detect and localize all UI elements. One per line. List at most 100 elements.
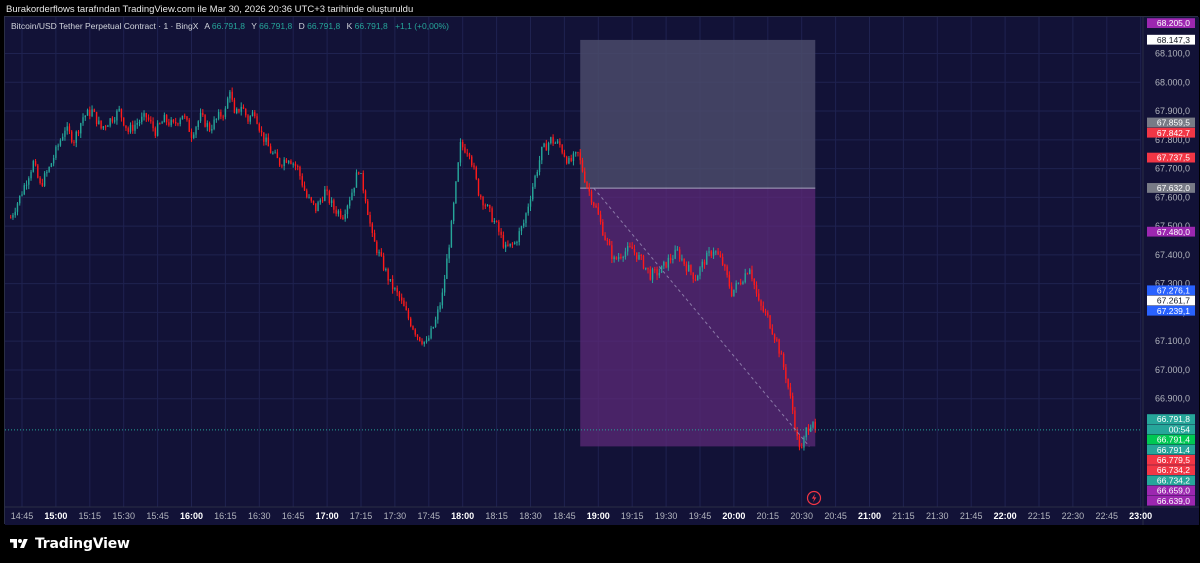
candle-body <box>258 123 261 131</box>
candle <box>351 188 353 201</box>
candle <box>23 182 25 196</box>
candle-body <box>629 246 631 248</box>
candle <box>554 141 557 144</box>
candle-body <box>791 395 794 411</box>
candle <box>534 174 536 189</box>
x-tick-label: 18:45 <box>553 511 576 521</box>
candle <box>500 228 502 239</box>
candle-body <box>773 334 776 340</box>
price-label-badge: 68.147,3 <box>1147 34 1195 45</box>
candle-body <box>269 146 272 154</box>
candle <box>308 194 310 199</box>
candle-body <box>450 221 453 248</box>
candle-body <box>437 309 439 320</box>
candle <box>721 253 724 266</box>
candle-body <box>125 125 127 129</box>
candle-body <box>712 251 715 256</box>
candle <box>419 336 421 342</box>
candle <box>645 267 647 271</box>
price-label-badge: 66.659,0 <box>1147 485 1195 496</box>
candle <box>9 214 12 219</box>
candle-body <box>699 267 701 276</box>
candle <box>410 316 412 328</box>
legend-k-label: K <box>347 21 353 31</box>
price-label-badge: 67.239,1 <box>1147 305 1195 316</box>
legend-symbol: Bitcoin/USD Tether Perpetual Contract · … <box>11 21 199 31</box>
candle <box>73 140 75 146</box>
snapshot-caption: Burakorderflows tarafından TradingView.c… <box>6 4 414 15</box>
candle-body <box>622 256 624 258</box>
price-label-text: 66.734,2 <box>1157 465 1190 475</box>
candle <box>642 254 645 270</box>
candle <box>681 254 683 262</box>
candle <box>602 219 604 236</box>
candle-body <box>441 292 444 306</box>
candle <box>107 124 109 127</box>
candle <box>787 378 789 390</box>
candle-body <box>43 173 46 186</box>
candle <box>448 244 450 263</box>
candle <box>310 196 312 203</box>
candle-body <box>181 115 184 120</box>
candle <box>683 258 685 267</box>
candle-body <box>272 152 274 154</box>
candle <box>579 149 581 165</box>
candle <box>16 201 19 216</box>
candle-body <box>292 163 294 165</box>
tradingview-logo-icon <box>10 539 28 548</box>
x-tick-label: 17:45 <box>418 511 441 521</box>
candle-body <box>525 213 527 224</box>
x-tick-label: 19:15 <box>621 511 644 521</box>
candle-body <box>68 126 71 132</box>
candle-body <box>387 269 389 281</box>
candle-body <box>534 175 536 187</box>
x-tick-label: 17:30 <box>384 511 407 521</box>
candle-body <box>694 279 697 281</box>
candle <box>285 157 288 164</box>
candle <box>245 108 247 118</box>
candle-body <box>80 123 82 134</box>
price-label-text: 67.632,0 <box>1157 183 1190 193</box>
candle-body <box>529 199 532 207</box>
tradingview-footer: TradingView <box>8 536 130 552</box>
candle-body <box>303 185 306 191</box>
candle <box>204 114 206 128</box>
candle-body <box>321 200 324 202</box>
candle <box>545 139 548 151</box>
candle <box>222 114 224 121</box>
candle <box>794 406 796 432</box>
candle <box>647 267 649 274</box>
candle-body <box>263 132 265 142</box>
y-tick-label: 68.100,0 <box>1155 49 1190 59</box>
price-label-text: 67.480,0 <box>1157 227 1190 237</box>
candle <box>138 119 141 127</box>
x-tick-label: 20:30 <box>790 511 813 521</box>
candle <box>396 285 398 297</box>
candle <box>663 260 665 270</box>
candle-body <box>617 257 620 259</box>
candle-body <box>100 120 102 129</box>
candle <box>360 172 362 175</box>
candle <box>459 138 462 167</box>
x-tick-label: 18:30 <box>519 511 542 521</box>
candle-body <box>308 197 310 199</box>
price-chart[interactable]: Bitcoin/USD Tether Perpetual Contract · … <box>5 17 1199 525</box>
candle <box>143 110 145 121</box>
candle <box>599 210 602 225</box>
candle <box>538 155 541 176</box>
candle-body <box>75 131 77 143</box>
candle-body <box>559 141 561 146</box>
candle <box>48 166 50 173</box>
price-label-text: 66.791,4 <box>1157 445 1190 455</box>
candle-body <box>220 112 222 117</box>
candle-body <box>446 258 448 279</box>
position-tool[interactable] <box>580 39 816 447</box>
candle <box>672 255 674 264</box>
candle-body <box>355 172 358 188</box>
candle-body <box>769 315 771 329</box>
candle-body <box>267 137 270 147</box>
candle-body <box>283 159 285 166</box>
candle <box>626 242 629 256</box>
candle <box>247 114 249 125</box>
candle-body <box>351 192 353 201</box>
